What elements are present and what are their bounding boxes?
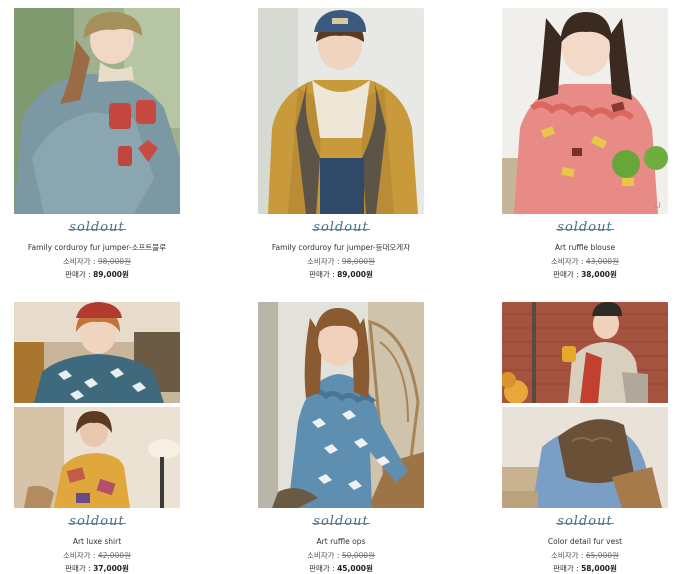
product-photo-art-luxe-shirt-detail [14,407,180,508]
product-image[interactable]: LI [502,8,668,214]
sale-price: 판매가 : 89,000원 [14,269,180,280]
consumer-price: 소비자가 : 50,000원 [258,550,424,561]
original-price: 43,000원 [585,257,620,266]
product-name[interactable]: Color detail fur vest [502,536,668,547]
product-photo-mustard-corduroy-jumper [258,8,424,214]
sale-price-label: 판매가 : [553,270,579,279]
sale-price: 판매가 : 89,000원 [258,269,424,280]
product-card[interactable]: soldout Color detail fur vest 소비자가 : 65,… [502,302,668,574]
consumer-price-label: 소비자가 : [550,551,584,560]
consumer-price: 소비자가 : 65,000원 [502,550,668,561]
sale-price-value: 89,000원 [93,270,129,279]
consumer-price-label: 소비자가 : [306,257,340,266]
product-image[interactable] [14,302,180,508]
product-photo-blue-corduroy-jumper [14,8,180,214]
sale-price: 판매가 : 58,000원 [502,563,668,574]
product-name[interactable]: Art luxe shirt [14,536,180,547]
sale-price: 판매가 : 37,000원 [14,563,180,574]
soldout-badge: soldout [14,220,180,236]
product-image[interactable] [502,302,668,508]
product-image[interactable] [258,8,424,214]
product-name[interactable]: Family corduroy fur jumper-등대오게자 [258,242,424,253]
svg-text:LI: LI [654,201,661,210]
consumer-price-label: 소비자가 : [62,257,96,266]
original-price: 98,000원 [97,257,132,266]
sale-price: 판매가 : 45,000원 [258,563,424,574]
product-photo-fur-vest-detail [502,407,668,508]
product-card[interactable]: soldout Art ruffle ops 소비자가 : 50,000원 판매… [258,302,424,574]
product-card[interactable]: soldout Family corduroy fur jumper-소프트블루… [14,8,180,280]
consumer-price-label: 소비자가 : [306,551,340,560]
consumer-price: 소비자가 : 98,000원 [14,256,180,267]
original-price: 65,000원 [585,551,620,560]
product-name[interactable]: Family corduroy fur jumper-소프트블루 [14,242,180,253]
original-price: 50,000원 [341,551,376,560]
product-photo-top [502,302,668,403]
soldout-badge: soldout [502,220,668,236]
product-photo-bottom [14,407,180,508]
product-name[interactable]: Art ruffle ops [258,536,424,547]
product-grid: soldout Family corduroy fur jumper-소프트블루… [0,0,700,574]
product-photo-art-luxe-shirt-model [14,302,180,403]
sale-price-value: 89,000원 [337,270,373,279]
sale-price-value: 38,000원 [581,270,617,279]
product-photo-art-ruffle-blouse: LI [502,8,668,214]
consumer-price: 소비자가 : 43,000원 [502,256,668,267]
product-photo-art-ruffle-ops [258,302,424,508]
product-photo-top [14,302,180,403]
product-card[interactable]: soldout Art luxe shirt 소비자가 : 42,000원 판매… [14,302,180,574]
consumer-price: 소비자가 : 42,000원 [14,550,180,561]
consumer-price-label: 소비자가 : [62,551,96,560]
sale-price-label: 판매가 : [309,270,335,279]
soldout-badge: soldout [258,220,424,236]
product-name[interactable]: Art ruffle blouse [502,242,668,253]
original-price: 42,000원 [97,551,132,560]
soldout-badge: soldout [258,514,424,530]
soldout-badge: soldout [14,514,180,530]
product-card[interactable]: LI soldout Art ruffle blouse 소비자가 : 43,0… [502,8,668,280]
product-card[interactable]: soldout Family corduroy fur jumper-등대오게자… [258,8,424,280]
soldout-badge: soldout [502,514,668,530]
sale-price: 판매가 : 38,000원 [502,269,668,280]
sale-price-label: 판매가 : [65,270,91,279]
consumer-price-label: 소비자가 : [550,257,584,266]
product-image[interactable] [14,8,180,214]
product-photo-fur-vest-model [502,302,668,403]
consumer-price: 소비자가 : 98,000원 [258,256,424,267]
product-photo-bottom [502,407,668,508]
original-price: 98,000원 [341,257,376,266]
product-image[interactable] [258,302,424,508]
